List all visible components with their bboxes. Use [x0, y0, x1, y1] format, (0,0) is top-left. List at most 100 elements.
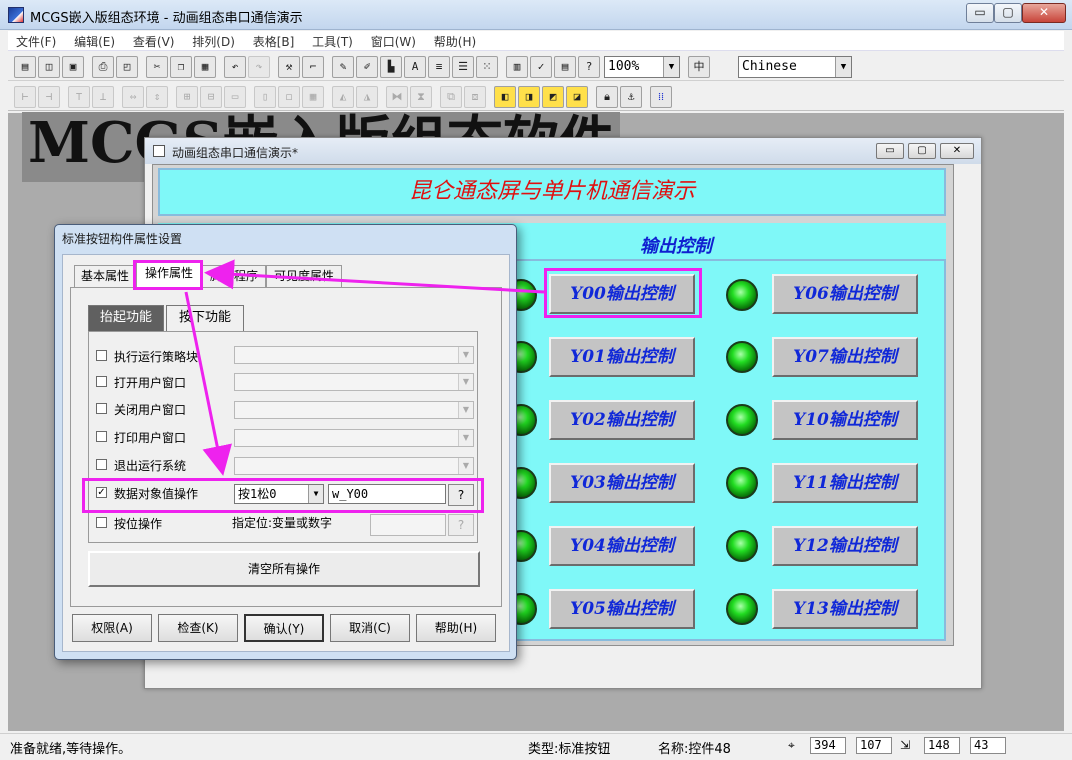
confirm-button[interactable]: 确认(Y): [244, 614, 324, 642]
menu-window[interactable]: 窗口(W): [363, 31, 422, 50]
grid-dots-icon[interactable]: ⁙: [476, 56, 498, 78]
properties-icon[interactable]: ▥: [506, 56, 528, 78]
tab-basic-properties[interactable]: 基本属性: [74, 265, 136, 287]
align-right-icon[interactable]: ⊣: [38, 86, 60, 108]
send-back-icon[interactable]: ◨: [518, 86, 540, 108]
rotate-right-icon[interactable]: ◮: [356, 86, 378, 108]
chevron-down-icon[interactable]: ▼: [835, 57, 851, 77]
tab-script-program[interactable]: 脚本程序: [202, 265, 266, 287]
run-strategy-checkbox[interactable]: [96, 350, 107, 361]
y07-output-button[interactable]: Y07输出控制: [772, 337, 918, 377]
align-icon[interactable]: ☰: [452, 56, 474, 78]
flip-h-icon[interactable]: ⧓: [386, 86, 408, 108]
exit-system-checkbox[interactable]: [96, 459, 107, 470]
frame-icon[interactable]: ⌐: [302, 56, 324, 78]
ungroup-icon[interactable]: ⧈: [464, 86, 486, 108]
paint-icon[interactable]: ✎: [332, 56, 354, 78]
y03-output-button[interactable]: Y03输出控制: [549, 463, 695, 503]
child-maximize-button[interactable]: ▢: [908, 143, 936, 159]
space-v-icon[interactable]: ⇕: [146, 86, 168, 108]
open-icon[interactable]: ◫: [38, 56, 60, 78]
font-color-icon[interactable]: A: [404, 56, 426, 78]
brush-icon[interactable]: ✐: [356, 56, 378, 78]
menu-help[interactable]: 帮助(H): [426, 31, 482, 50]
flip-v-icon[interactable]: ⧗: [410, 86, 432, 108]
subtab-release-function[interactable]: 抬起功能: [88, 305, 164, 331]
tab-visibility-properties[interactable]: 可见度属性: [266, 265, 342, 287]
subtab-press-function[interactable]: 按下功能: [166, 305, 244, 331]
redo-icon[interactable]: ↷: [248, 56, 270, 78]
y04-output-button[interactable]: Y04输出控制: [549, 526, 695, 566]
help-cursor-icon[interactable]: ?: [578, 56, 600, 78]
child-close-button[interactable]: ✕: [940, 143, 974, 159]
check-icon[interactable]: ✓: [530, 56, 552, 78]
menu-file[interactable]: 文件(F): [8, 31, 62, 50]
minimize-button[interactable]: ▭: [966, 3, 994, 23]
status-type: 类型:标准按钮: [528, 742, 611, 757]
menu-arrange[interactable]: 排列(D): [184, 31, 241, 50]
same-height-icon[interactable]: ▯: [254, 86, 276, 108]
space-h-icon[interactable]: ⇔: [122, 86, 144, 108]
status-name: 名称:控件48: [658, 742, 731, 757]
bit-op-browse-button[interactable]: ?: [448, 514, 474, 536]
print-icon[interactable]: ⎙: [92, 56, 114, 78]
line-style-icon[interactable]: ≡: [428, 56, 450, 78]
save-icon[interactable]: ▣: [62, 56, 84, 78]
permission-button[interactable]: 权限(A): [72, 614, 152, 642]
rotate-left-icon[interactable]: ◭: [332, 86, 354, 108]
same-size-icon[interactable]: ◻: [278, 86, 300, 108]
run-strategy-select: ▼: [234, 346, 474, 364]
menu-edit[interactable]: 编辑(E): [66, 31, 121, 50]
chevron-down-icon: ▼: [458, 347, 473, 363]
print-preview-icon[interactable]: ◰: [116, 56, 138, 78]
y12-output-button[interactable]: Y12输出控制: [772, 526, 918, 566]
print-window-checkbox[interactable]: [96, 431, 107, 442]
group-icon[interactable]: ⧉: [440, 86, 462, 108]
align-bottom-icon[interactable]: ⊥: [92, 86, 114, 108]
help-button[interactable]: 帮助(H): [416, 614, 496, 642]
y05-output-button[interactable]: Y05输出控制: [549, 589, 695, 629]
list-icon[interactable]: ▤: [554, 56, 576, 78]
chevron-down-icon[interactable]: ▼: [663, 57, 679, 77]
lock-icon[interactable]: 🔒︎: [596, 86, 618, 108]
layer-down-icon[interactable]: ◪: [566, 86, 588, 108]
align-top-icon[interactable]: ⊤: [68, 86, 90, 108]
undo-icon[interactable]: ↶: [224, 56, 246, 78]
clear-all-operations-button[interactable]: 清空所有操作: [88, 551, 480, 587]
bit-op-checkbox[interactable]: [96, 517, 107, 528]
y02-output-button[interactable]: Y02输出控制: [549, 400, 695, 440]
cancel-button[interactable]: 取消(C): [330, 614, 410, 642]
menu-table[interactable]: 表格[B]: [245, 31, 301, 50]
open-window-checkbox[interactable]: [96, 376, 107, 387]
paste-icon[interactable]: ▦: [194, 56, 216, 78]
anchor-icon[interactable]: ⚓︎: [620, 86, 642, 108]
distribute-icon[interactable]: ▦: [302, 86, 324, 108]
center-v-icon[interactable]: ⊟: [200, 86, 222, 108]
y13-output-button[interactable]: Y13输出控制: [772, 589, 918, 629]
center-h-icon[interactable]: ⊞: [176, 86, 198, 108]
new-window-icon[interactable]: ▤: [14, 56, 36, 78]
y10-output-button[interactable]: Y10输出控制: [772, 400, 918, 440]
menu-view[interactable]: 查看(V): [125, 31, 181, 50]
align-left-icon[interactable]: ⊢: [14, 86, 36, 108]
menu-tools[interactable]: 工具(T): [304, 31, 359, 50]
y01-output-button[interactable]: Y01输出控制: [549, 337, 695, 377]
same-width-icon[interactable]: ▭: [224, 86, 246, 108]
bring-front-icon[interactable]: ◧: [494, 86, 516, 108]
close-button[interactable]: ✕: [1022, 3, 1066, 23]
y11-output-button[interactable]: Y11输出控制: [772, 463, 918, 503]
child-minimize-button[interactable]: ▭: [876, 143, 904, 159]
tools-icon[interactable]: ⚒: [278, 56, 300, 78]
layer-up-icon[interactable]: ◩: [542, 86, 564, 108]
maximize-button[interactable]: ▢: [994, 3, 1022, 23]
language-select[interactable]: Chinese ▼: [738, 56, 852, 78]
copy-icon[interactable]: ❐: [170, 56, 192, 78]
check-button[interactable]: 检查(K): [158, 614, 238, 642]
close-window-checkbox[interactable]: [96, 403, 107, 414]
grid-icon[interactable]: ⁞⁞: [650, 86, 672, 108]
fill-icon[interactable]: ▙: [380, 56, 402, 78]
y06-output-button[interactable]: Y06输出控制: [772, 274, 918, 314]
cut-icon[interactable]: ✂: [146, 56, 168, 78]
language-icon[interactable]: 中: [688, 56, 710, 78]
zoom-select[interactable]: 100% ▼: [604, 56, 680, 78]
